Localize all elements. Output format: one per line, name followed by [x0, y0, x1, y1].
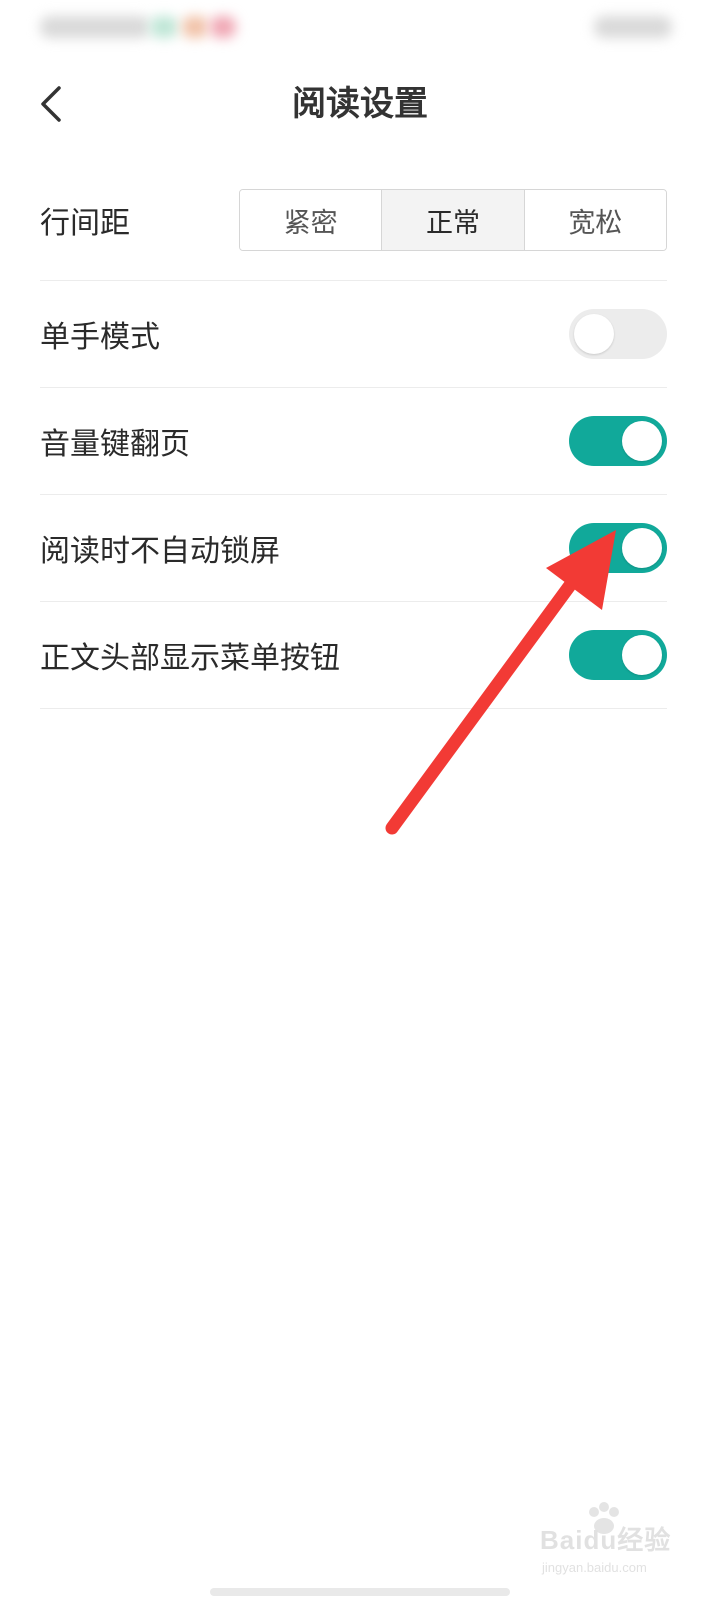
page-title: 阅读设置: [292, 84, 428, 124]
toggle-knob: [622, 528, 662, 568]
status-bar: [0, 0, 720, 56]
app-header: 阅读设置: [0, 66, 720, 142]
setting-row-line-spacing: 行间距 紧密 正常 宽松: [40, 160, 667, 281]
one-hand-mode-toggle[interactable]: [569, 309, 667, 359]
toggle-knob: [574, 314, 614, 354]
setting-row-one-hand-mode: 单手模式: [40, 281, 667, 388]
keep-screen-on-toggle[interactable]: [569, 523, 667, 573]
watermark-url: jingyan.baidu.com: [542, 1560, 647, 1575]
line-spacing-option-compact[interactable]: 紧密: [240, 190, 383, 250]
settings-list: 行间距 紧密 正常 宽松 单手模式 音量键翻页 阅读时不自动锁屏 正文头部显示菜…: [40, 160, 667, 709]
line-spacing-label: 行间距: [40, 206, 130, 241]
one-hand-mode-label: 单手模式: [40, 320, 160, 355]
reading-settings-screen: 阅读设置 行间距 紧密 正常 宽松 单手模式 音量键翻页 阅读时不自动锁屏 正文…: [0, 0, 720, 1600]
watermark-logo: Baidu经验 jingyan.baidu.com: [540, 1502, 700, 1586]
status-bar-blur: [150, 16, 178, 38]
watermark-brand: Baidu经验: [540, 1525, 672, 1555]
show-menu-button-label: 正文头部显示菜单按钮: [40, 641, 340, 676]
line-spacing-option-loose[interactable]: 宽松: [524, 190, 666, 250]
volume-key-page-turn-toggle[interactable]: [569, 416, 667, 466]
setting-row-show-menu-button: 正文头部显示菜单按钮: [40, 602, 667, 709]
status-bar-blur: [210, 16, 236, 38]
volume-key-page-turn-label: 音量键翻页: [40, 427, 190, 462]
status-bar-blur: [594, 16, 672, 38]
status-bar-blur: [40, 16, 150, 38]
show-menu-button-toggle[interactable]: [569, 630, 667, 680]
line-spacing-option-normal[interactable]: 正常: [382, 190, 525, 250]
setting-row-volume-key-page-turn: 音量键翻页: [40, 388, 667, 495]
toggle-knob: [622, 421, 662, 461]
status-bar-blur: [182, 16, 208, 38]
line-spacing-segmented-control: 紧密 正常 宽松: [239, 189, 667, 251]
setting-row-keep-screen-on: 阅读时不自动锁屏: [40, 495, 667, 602]
home-indicator[interactable]: [210, 1588, 510, 1596]
keep-screen-on-label: 阅读时不自动锁屏: [40, 534, 280, 569]
toggle-knob: [622, 635, 662, 675]
